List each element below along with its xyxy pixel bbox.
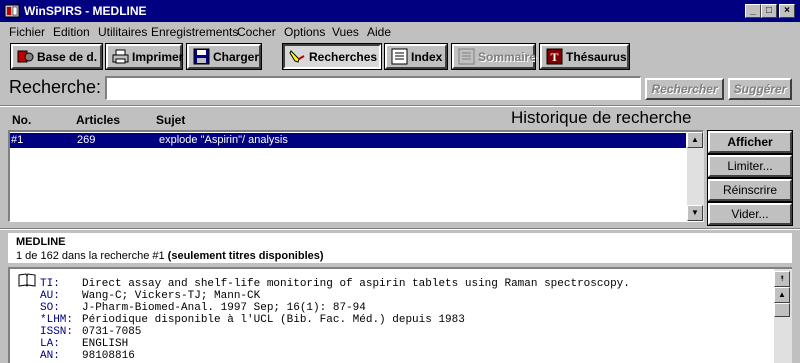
history-scrollbar[interactable]: ▲ ▼ <box>687 132 704 221</box>
database-button[interactable]: Base de d. <box>10 43 103 70</box>
index-button-label: Index <box>411 49 443 64</box>
toolbar: Base de d. Imprimer Charger Recherches I… <box>0 41 800 71</box>
field-label: AU: <box>40 290 60 302</box>
scroll-up-icon[interactable]: ▲ <box>687 132 703 148</box>
index-icon <box>391 48 408 65</box>
field-value: Périodique disponible à l'UCL (Bib. Fac.… <box>82 314 465 326</box>
record-scrollbar[interactable]: ⯭ ▲ <box>774 269 792 363</box>
results-info-note: (seulement titres disponibles) <box>167 250 324 262</box>
minimize-button[interactable]: _ <box>745 4 761 18</box>
history-row-no: #1 <box>11 134 24 146</box>
floppy-disk-icon <box>193 48 210 65</box>
history-row-articles: 269 <box>77 134 96 146</box>
search-history-list[interactable]: #1 269 explode "Aspirin"/ analysis ▲ ▼ <box>8 130 704 222</box>
scroll-up-icon[interactable]: ▲ <box>774 287 790 303</box>
menu-enregistrements[interactable]: Enregistrements <box>151 25 238 39</box>
divider <box>0 105 800 107</box>
field-value: ENGLISH <box>82 338 129 350</box>
record-view[interactable]: TI: Direct assay and shelf-life monitorin… <box>8 267 792 363</box>
database-name: MEDLINE <box>16 236 66 248</box>
thesaurus-icon: T <box>546 48 563 65</box>
field-value: Direct assay and shelf-life monitoring o… <box>82 278 630 290</box>
field-label: TI: <box>40 278 60 290</box>
divider <box>0 228 800 230</box>
database-icon <box>17 50 34 63</box>
summary-button-label: Sommaire <box>478 49 537 64</box>
search-input[interactable] <box>105 76 641 100</box>
svg-text:T: T <box>550 50 558 64</box>
thesaurus-button-label: Thésaurus <box>566 49 627 64</box>
field-label: *LHM: <box>40 314 74 326</box>
results-info: 1 de 162 dans la recherche #1 (seulement… <box>16 250 324 262</box>
printer-icon <box>112 49 129 64</box>
history-row[interactable]: #1 269 explode "Aspirin"/ analysis <box>10 133 686 148</box>
field-label: AN: <box>40 350 60 362</box>
menu-aide[interactable]: Aide <box>367 25 391 39</box>
menu-options[interactable]: Options <box>284 25 325 39</box>
summary-button[interactable]: Sommaire <box>451 43 537 70</box>
close-button[interactable]: × <box>779 4 795 18</box>
menu-fichier[interactable]: Fichier <box>9 25 45 39</box>
field-value: 98108816 <box>82 350 135 362</box>
reenter-button[interactable]: Réinscrire <box>707 178 793 202</box>
index-button[interactable]: Index <box>384 43 448 70</box>
scroll-down-icon[interactable]: ▼ <box>687 205 703 221</box>
summary-icon <box>458 48 475 65</box>
field-label: ISSN: <box>40 326 74 338</box>
maximize-button[interactable]: □ <box>761 4 777 18</box>
thesaurus-button[interactable]: T Thésaurus <box>539 43 630 70</box>
field-value: Wang-C; Vickers-TJ; Mann-CK <box>82 290 261 302</box>
menu-cocher[interactable]: Cocher <box>237 25 276 39</box>
field-value: 0731-7085 <box>82 326 142 338</box>
field-label: SO: <box>40 302 60 314</box>
print-button-label: Imprimer <box>132 49 184 64</box>
menu-edition[interactable]: Edition <box>53 25 90 39</box>
scroll-top-icon[interactable]: ⯭ <box>774 271 790 287</box>
menu-vues[interactable]: Vues <box>332 25 359 39</box>
column-header-subject: Sujet <box>156 113 186 127</box>
clear-button[interactable]: Vider... <box>707 202 793 226</box>
title-bar: WinSPIRS - MEDLINE _ □ × <box>0 0 800 22</box>
book-icon[interactable] <box>18 273 36 287</box>
history-row-subject: explode "Aspirin"/ analysis <box>159 134 288 146</box>
database-button-label: Base de d. <box>37 49 98 64</box>
field-value: J-Pharm-Biomed-Anal. 1997 Sep; 16(1): 87… <box>82 302 366 314</box>
search-button[interactable]: Rechercher <box>645 78 724 100</box>
winspirs-app-icon[interactable] <box>4 3 20 19</box>
window-title: WinSPIRS - MEDLINE <box>24 4 147 18</box>
menu-utilitaires[interactable]: Utilitaires <box>98 25 147 39</box>
searches-button[interactable]: Recherches <box>282 43 382 70</box>
show-button[interactable]: Afficher <box>707 130 793 154</box>
load-button-label: Charger <box>213 49 260 64</box>
scroll-thumb[interactable] <box>774 303 790 317</box>
column-header-articles: Articles <box>76 113 121 127</box>
searches-button-label: Recherches <box>309 49 378 64</box>
search-label: Recherche: <box>9 77 102 97</box>
results-info-prefix: 1 de 162 dans la recherche #1 <box>16 250 165 262</box>
load-button[interactable]: Charger <box>186 43 262 70</box>
menu-bar: Fichier Edition Utilitaires Enregistreme… <box>0 22 800 41</box>
limit-button[interactable]: Limiter... <box>707 154 793 178</box>
column-header-no: No. <box>12 113 32 127</box>
print-button[interactable]: Imprimer <box>105 43 184 70</box>
suggest-button[interactable]: Suggérer <box>728 78 792 100</box>
results-header: MEDLINE 1 de 162 dans la recherche #1 (s… <box>8 233 792 263</box>
search-history-title: Historique de recherche <box>511 108 692 127</box>
pencil-icon <box>289 50 305 63</box>
field-label: LA: <box>40 338 60 350</box>
